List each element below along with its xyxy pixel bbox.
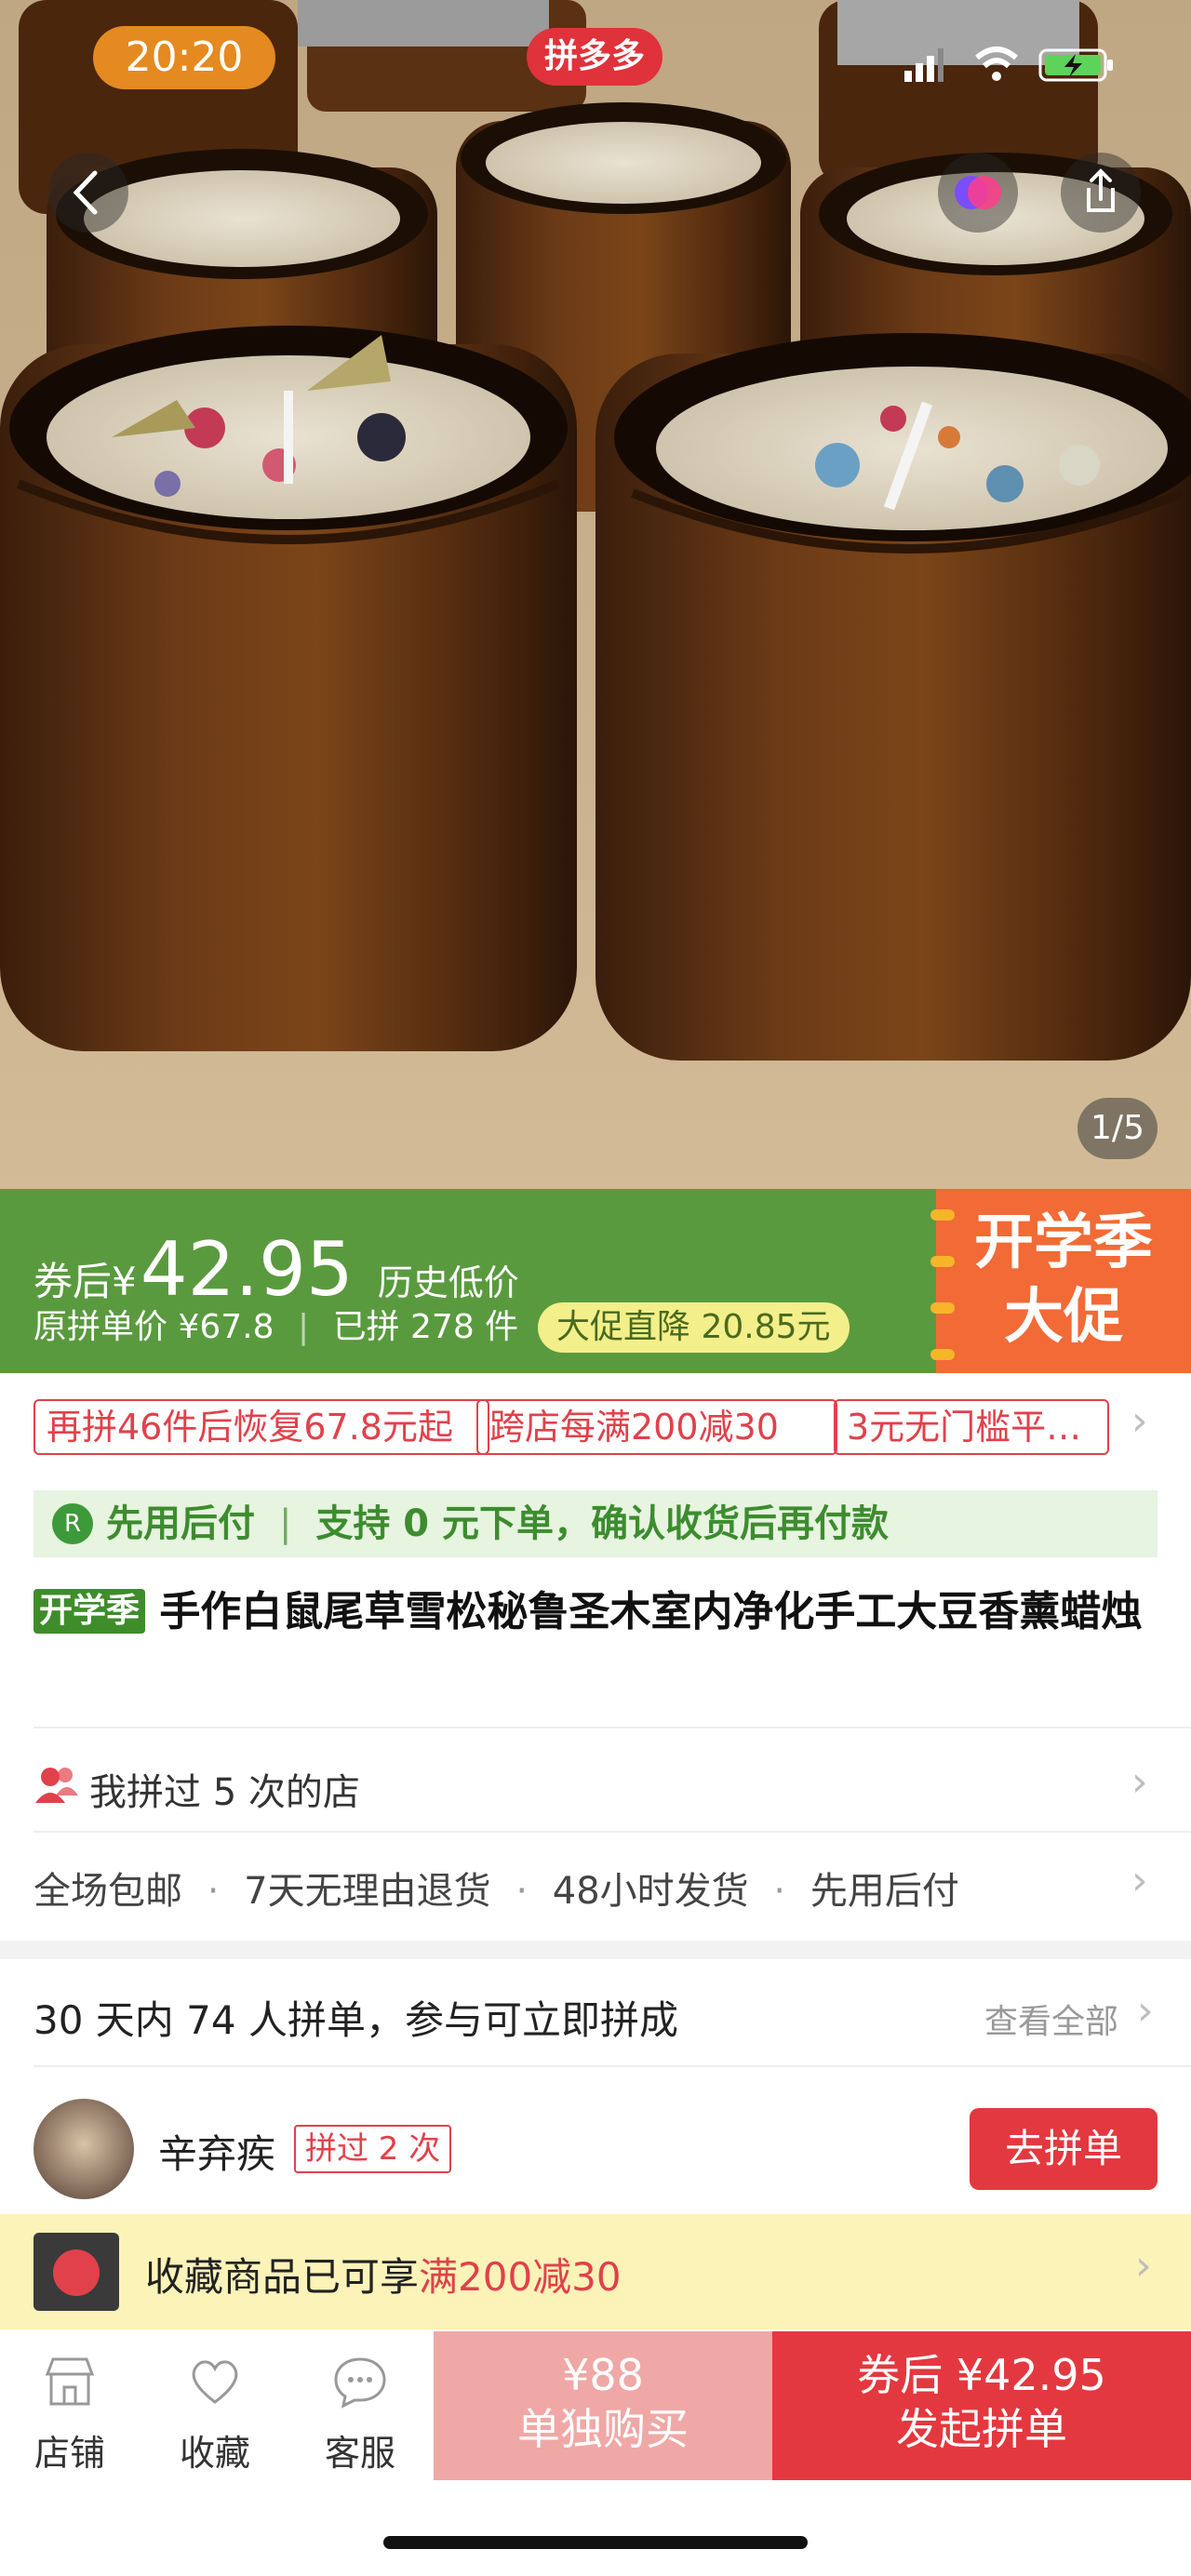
favorite-promo-banner[interactable]: 收藏商品已可享满200减30 › [0,2214,1191,2329]
favorite-prefix: 收藏商品已可享 [145,2254,420,2300]
promo-box[interactable]: 开学季 大促 [936,1189,1191,1373]
chevron-right-icon: › [1131,1857,1148,1904]
mix-button[interactable] [938,153,1018,233]
group-summary-text: 30 天内 74 人拼单，参与可立即拼成 [33,1997,678,2043]
tab-label: 店铺 [33,2433,105,2474]
history-low-label: 历史低价 [377,1262,519,1303]
back-button[interactable] [48,153,128,233]
people-icon [35,1768,78,1803]
gallery-counter: 1/5 [1077,1098,1158,1159]
promo-dot [930,1302,955,1314]
status-time: 20:20 [93,26,275,89]
service-guarantees-row[interactable]: 全场包邮 · 7天无理由退货 · 48小时发货 · 先用后付 › [33,1848,1191,1922]
store-icon [45,2357,95,2406]
pay-later-desc: 支持 0 元下单，确认收货后再付款 [315,1502,890,1545]
divider [33,2065,1191,2067]
product-title-block: 开学季 手作白鼠尾草雪松秘鲁圣木室内净化手工大豆香薰蜡烛 [33,1582,1159,1643]
favorite-highlight: 满200减30 [419,2254,622,2300]
app-badge: 拼多多 [527,28,662,86]
pay-later-text: 先用后付 | 支持 0 元下单，确认收货后再付款 [106,1490,889,1557]
solo-label: 单独购买 [517,2404,689,2454]
service-item: 48小时发货 [552,1870,749,1913]
coupon-tag[interactable]: 再拼46件后恢复67.8元起 [33,1399,489,1455]
group-price: 券后 ¥42.95 [857,2350,1106,2400]
chevron-right-icon: › [1135,2242,1152,2289]
chevron-right-icon: › [1137,1987,1154,2035]
section-gap [0,1941,1191,1959]
pay-later-separator: | [278,1502,292,1545]
dot-separator: · [207,1870,220,1913]
service-item: 7天无理由退货 [244,1870,491,1913]
battery-charging-icon [1038,47,1115,84]
service-list: 全场包邮 · 7天无理由退货 · 48小时发货 · 先用后付 [33,1861,959,1915]
join-group-button[interactable]: 去拼单 [970,2108,1158,2190]
share-button[interactable] [1061,153,1141,233]
promo-dot [930,1256,955,1267]
promo-line-2: 大促 [1004,1283,1123,1352]
divider [33,1727,1191,1728]
service-item: 先用后付 [810,1870,959,1913]
pay-later-bar[interactable]: R 先用后付 | 支持 0 元下单，确认收货后再付款 [33,1490,1158,1557]
solo-price: ¥88 [562,2350,644,2400]
home-indicator[interactable] [383,2536,808,2549]
view-all-link[interactable]: 查看全部 [984,1995,1118,2043]
divider [33,1831,1191,1833]
cellular-signal-icon [903,43,943,84]
product-title: 手作白鼠尾草雪松秘鲁圣木室内净化手工大豆香薰蜡烛 [159,1588,1143,1635]
pay-later-icon: R [52,1503,93,1544]
price-subline: 原拼单价 ¥67.8 | 已拼 278 件 [33,1304,518,1351]
group-summary-row[interactable]: 30 天内 74 人拼单，参与可立即拼成 查看全部 › [33,1978,1191,2052]
product-image-gallery[interactable]: 20:20 拼多多 1/5 [0,0,1191,1191]
share-icon [1087,168,1115,212]
service-item: 全场包邮 [33,1870,182,1913]
tab-store[interactable]: 店铺 [9,2350,130,2480]
favorite-promo-text: 收藏商品已可享满200减30 [145,2246,622,2302]
tab-service[interactable]: 客服 [300,2350,421,2480]
tab-favorite[interactable]: 收藏 [154,2350,275,2480]
store-history-text: 我拼过 5 次的店 [89,1771,360,1814]
promo-dot [930,1209,955,1221]
currency-symbol: ¥ [112,1259,137,1304]
title-badge: 开学季 [33,1589,146,1634]
dot-separator: · [773,1870,786,1913]
member-badge: 拼过 2 次 [294,2125,452,2173]
tab-label: 收藏 [179,2433,250,2474]
chevron-left-icon [73,170,98,215]
member-name: 辛弃疾 [158,2131,276,2177]
price-block: 券后¥42.95 历史低价 [33,1226,519,1313]
dot-separator: · [515,1870,529,1913]
coupon-prefix: 券后 [33,1259,113,1304]
promo-line-1: 开学季 [974,1208,1153,1277]
chat-icon [334,2357,386,2409]
wifi-icon [973,43,1020,84]
price-separator: | [297,1308,310,1346]
promo-dot [930,1349,955,1360]
coupon-tag[interactable]: 3元无门槛平… [834,1399,1109,1455]
start-group-button[interactable]: 券后 ¥42.95 发起拼单 [772,2331,1191,2480]
heart-icon [192,2360,238,2404]
tab-label: 客服 [324,2433,395,2474]
original-price: 原拼单价 ¥67.8 [33,1308,274,1346]
group-label: 发起拼单 [896,2404,1067,2454]
store-history-row[interactable]: 我拼过 5 次的店 › [33,1749,1191,1823]
buy-solo-button[interactable]: ¥88 单独购买 [434,2331,772,2480]
discount-badge: 大促直降 20.85元 [538,1302,850,1353]
avatar [33,2099,134,2199]
pay-later-title: 先用后付 [106,1502,255,1545]
coupon-tag[interactable]: 跨店每满200减30 [476,1399,837,1455]
chevron-right-icon: › [1131,1758,1148,1806]
mix-logo-icon [955,176,1001,209]
price-amount: 42.95 [140,1226,354,1313]
sold-count: 已拼 278 件 [332,1308,519,1346]
chevron-right-icon[interactable]: › [1131,1397,1148,1445]
promo-thumbnail [33,2233,119,2311]
